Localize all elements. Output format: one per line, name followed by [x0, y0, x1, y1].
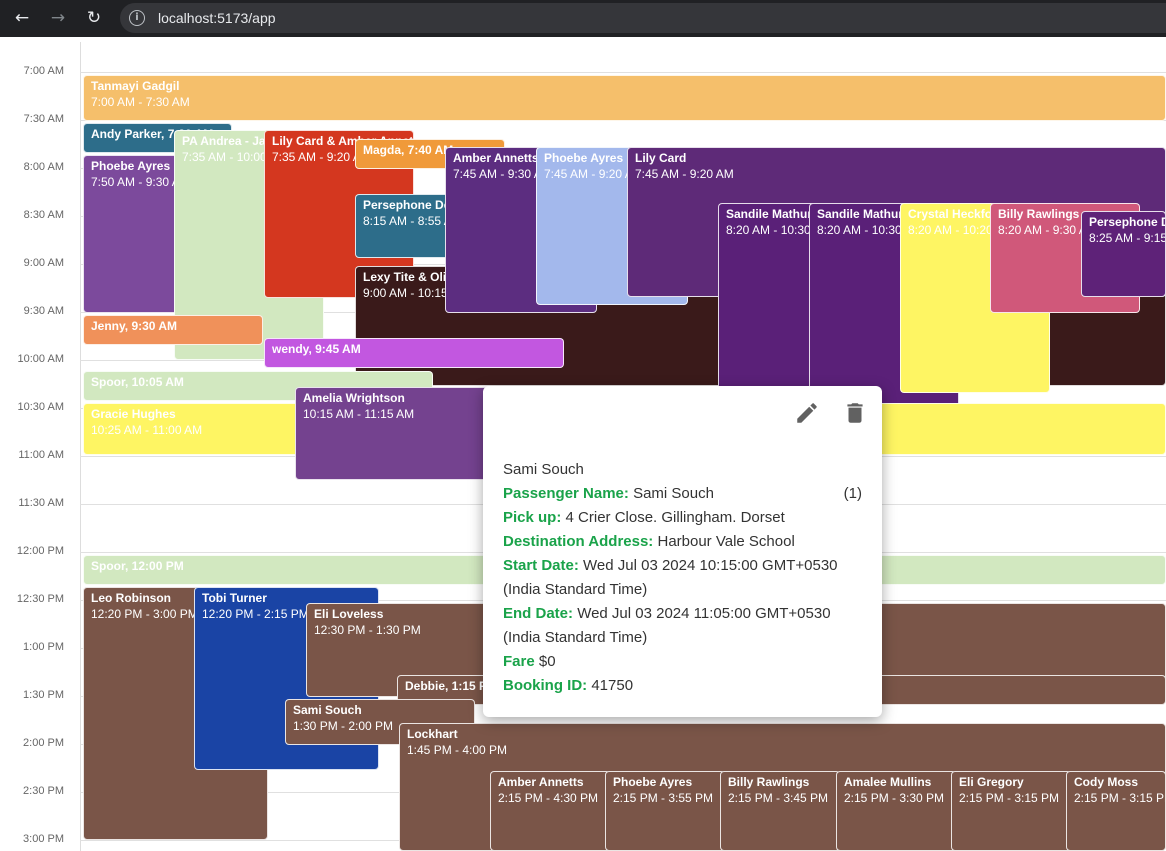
event-time: 2:15 PM - 3:45 PM — [728, 791, 829, 805]
event-title: Amalee Mullins — [844, 775, 932, 789]
time-label: 1:00 PM — [23, 641, 64, 653]
passenger-row: Passenger Name: Sami Souch — [503, 485, 714, 502]
event-time: 2:15 PM - 3:30 PM — [844, 791, 945, 805]
event-title: Billy Rawlings — [728, 775, 810, 789]
time-label: 7:30 AM — [23, 113, 64, 125]
popup-heading: Sami Souch — [503, 461, 584, 478]
passenger-count: (1) — [843, 485, 862, 502]
browser-toolbar: ← → ↻ i localhost:5173/app — [0, 0, 1166, 37]
time-label: 10:00 AM — [17, 353, 64, 365]
time-label: 9:30 AM — [23, 305, 64, 317]
calendar-event[interactable]: Persephone Devlin 8:25 AM - 9:15 AM — [1081, 211, 1166, 297]
event-time: 7:50 AM - 9:30 AM — [91, 175, 183, 189]
calendar-event[interactable]: Phoebe Ayres 2:15 PM - 3:55 PM — [605, 771, 725, 851]
event-title: Amelia Wrightson — [303, 391, 405, 405]
event-time: 7:00 AM - 7:30 AM — [91, 95, 190, 109]
back-icon[interactable]: ← — [10, 6, 34, 30]
booking-details-popup: Sami Souch Passenger Name: Sami Souch (1… — [483, 386, 882, 717]
end-date-row: End Date: Wed Jul 03 2024 11:05:00 GMT+0… — [503, 605, 831, 622]
hour-gridline — [80, 72, 1166, 73]
forward-icon[interactable]: → — [46, 6, 70, 30]
event-title: Persephone Devlin — [1089, 215, 1165, 229]
time-label: 8:00 AM — [23, 161, 64, 173]
event-title: Tanmayi Gadgil — [91, 79, 180, 93]
site-info-icon[interactable]: i — [129, 10, 145, 26]
time-label: 12:00 PM — [16, 545, 64, 557]
time-label: 11:30 AM — [18, 497, 64, 509]
calendar-event[interactable]: Eli Gregory 2:15 PM - 3:15 PM — [951, 771, 1071, 851]
time-label: 11:00 AM — [18, 449, 64, 461]
event-title: Lockhart — [407, 727, 458, 741]
event-time: 2:15 PM - 3:15 PM — [959, 791, 1060, 805]
event-time: 2:15 PM - 4:30 PM — [498, 791, 599, 805]
calendar-event[interactable]: Amber Annetts 2:15 PM - 4:30 PM — [490, 771, 610, 851]
calendar-event[interactable]: Amalee Mullins 2:15 PM - 3:30 PM — [836, 771, 956, 851]
time-label: 12:30 PM — [16, 593, 64, 605]
time-label: 8:30 AM — [23, 209, 64, 221]
end-timezone: (India Standard Time) — [503, 629, 648, 646]
time-label: 2:00 PM — [23, 737, 64, 749]
event-title: Amber Annetts — [498, 775, 584, 789]
calendar-event[interactable]: Billy Rawlings 2:15 PM - 3:45 PM — [720, 771, 840, 851]
event-title: Phoebe Ayres — [613, 775, 693, 789]
calendar-event[interactable]: Cody Moss 2:15 PM - 3:15 PM — [1066, 771, 1166, 851]
calendar-event[interactable]: wendy, 9:45 AM — [264, 338, 564, 368]
url-text[interactable]: localhost:5173/app — [158, 10, 276, 26]
calendar-event[interactable]: Tanmayi Gadgil 7:00 AM - 7:30 AM — [83, 75, 1166, 121]
event-title: Lily Card — [635, 151, 687, 165]
event-title: Eli Gregory — [959, 775, 1024, 789]
start-date-row: Start Date: Wed Jul 03 2024 10:15:00 GMT… — [503, 557, 838, 574]
fare-row: Fare $0 — [503, 653, 556, 670]
event-time: 2:15 PM - 3:55 PM — [613, 791, 714, 805]
time-label: 10:30 AM — [17, 401, 64, 413]
event-time: 7:45 AM - 9:20 AM — [635, 167, 734, 181]
event-title: Sami Souch — [293, 703, 362, 717]
event-title: Phoebe Ayres — [91, 159, 171, 173]
event-time: 1:45 PM - 4:00 PM — [407, 743, 508, 757]
edit-icon[interactable] — [794, 400, 820, 426]
event-time: 10:15 AM - 11:15 AM — [303, 407, 415, 421]
address-bar[interactable] — [120, 3, 1166, 33]
calendar-event[interactable]: Phoebe Ayres 7:50 AM - 9:30 AM — [83, 155, 183, 313]
event-title: wendy, 9:45 AM — [272, 342, 361, 356]
event-title: Jenny, 9:30 AM — [91, 319, 178, 333]
start-timezone: (India Standard Time) — [503, 581, 648, 598]
destination-row: Destination Address: Harbour Vale School — [503, 533, 795, 550]
booking-id-row: Booking ID: 41750 — [503, 677, 634, 694]
delete-icon[interactable] — [842, 400, 868, 426]
time-column-divider — [80, 42, 81, 851]
event-time: 8:25 AM - 9:15 AM — [1089, 231, 1166, 245]
calendar-event[interactable]: Amelia Wrightson 10:15 AM - 11:15 AM — [295, 387, 515, 480]
time-label: 7:00 AM — [23, 65, 64, 77]
event-title: Cody Moss — [1074, 775, 1139, 789]
time-label: 9:00 AM — [23, 257, 64, 269]
reload-icon[interactable]: ↻ — [82, 6, 106, 30]
event-time: 2:15 PM - 3:15 PM — [1074, 791, 1166, 805]
pickup-row: Pick up: 4 Crier Close. Gillingham. Dors… — [503, 509, 785, 526]
time-label: 3:00 PM — [23, 833, 64, 845]
calendar-event[interactable]: Jenny, 9:30 AM — [83, 315, 263, 345]
time-label: 2:30 PM — [23, 785, 64, 797]
time-label: 1:30 PM — [23, 689, 64, 701]
